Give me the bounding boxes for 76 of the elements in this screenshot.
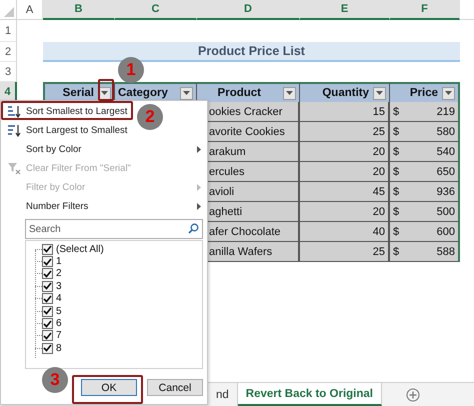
- currency-symbol: $: [393, 106, 400, 118]
- column-heading: Product: [218, 87, 261, 99]
- caret-icon: [445, 91, 452, 95]
- search-field[interactable]: Search: [25, 219, 203, 239]
- table-cell: 219: [436, 106, 455, 118]
- checkbox[interactable]: [42, 318, 53, 330]
- filter-button[interactable]: [373, 86, 386, 100]
- table-cell: 650: [436, 166, 455, 178]
- sheet-tab[interactable]: Revert Back to Original: [238, 383, 382, 406]
- checkbox[interactable]: [42, 306, 53, 317]
- filter-button[interactable]: [180, 86, 193, 100]
- table-cell: 20: [300, 162, 390, 182]
- checkbox-label: (Select All): [56, 244, 104, 255]
- checkbox-label: 1: [56, 256, 62, 268]
- checkbox-label: 8: [56, 342, 62, 354]
- row-number[interactable]: 4: [0, 82, 17, 102]
- caret-icon: [183, 91, 190, 95]
- column-header[interactable]: D: [197, 0, 300, 20]
- sort-ascending-icon: [6, 105, 20, 118]
- table-cell: 25: [300, 122, 390, 142]
- search-icon: [188, 223, 199, 234]
- column-header[interactable]: C: [115, 0, 197, 20]
- currency-symbol: $: [393, 186, 400, 198]
- column-header[interactable]: F: [390, 0, 460, 20]
- table-cell: 15: [300, 102, 390, 122]
- cancel-button[interactable]: Cancel: [147, 379, 203, 396]
- checkbox-label: 4: [56, 293, 62, 304]
- caret-icon: [286, 91, 293, 95]
- title-cell: Product Price List: [43, 42, 460, 62]
- column-heading: Serial: [62, 87, 94, 99]
- filter-button[interactable]: [283, 86, 296, 100]
- currency-symbol: $: [393, 246, 400, 258]
- checkbox-label: 3: [56, 280, 62, 292]
- checkbox[interactable]: [42, 293, 53, 304]
- currency-symbol: $: [393, 146, 400, 158]
- checkbox[interactable]: [42, 256, 53, 268]
- menu-item[interactable]: Sort Smallest to Largest: [1, 102, 134, 121]
- column-heading: Quantity: [322, 87, 369, 99]
- column-heading: Category: [118, 87, 168, 99]
- table-cell: 500: [436, 206, 455, 218]
- checkbox-label: 5: [56, 306, 62, 317]
- table-cell: 588: [436, 246, 455, 258]
- clear-filter-icon: [6, 162, 20, 175]
- table-cell: 936: [436, 186, 455, 198]
- currency-symbol: $: [393, 126, 400, 138]
- column-header[interactable]: B: [43, 0, 115, 20]
- filter-button[interactable]: [442, 86, 455, 100]
- caret-icon: [376, 91, 383, 95]
- table-cell: 45: [300, 182, 390, 202]
- checkbox[interactable]: [42, 268, 53, 280]
- currency-symbol: $: [393, 226, 400, 238]
- table-cell: 20: [300, 142, 390, 162]
- table-cell: 25: [300, 242, 390, 262]
- menu-item[interactable]: Sort Largest to Smallest: [1, 121, 134, 140]
- table-cell: 40: [300, 222, 390, 242]
- table-cell: 600: [436, 226, 455, 238]
- currency-symbol: $: [393, 206, 400, 218]
- column-heading: Price: [410, 87, 438, 99]
- checkbox-label: 2: [56, 268, 62, 280]
- checkbox[interactable]: [42, 330, 53, 342]
- table-cell: 540: [436, 146, 455, 158]
- checkbox-label: 7: [56, 330, 62, 342]
- table-cell: 580: [436, 126, 455, 138]
- add-sheet-icon[interactable]: [406, 388, 420, 402]
- column-header[interactable]: A: [17, 0, 43, 20]
- checkbox[interactable]: [42, 280, 53, 292]
- checkbox-label: 6: [56, 318, 62, 330]
- column-header[interactable]: E: [300, 0, 390, 20]
- currency-symbol: $: [393, 166, 400, 178]
- table-cell: 20: [300, 202, 390, 222]
- caret-icon: [101, 91, 108, 95]
- checkbox[interactable]: [42, 244, 53, 255]
- sort-descending-icon: [6, 124, 20, 137]
- checkbox[interactable]: [42, 342, 53, 354]
- highlight-frame: [72, 375, 143, 404]
- ok-button[interactable]: OK: [81, 379, 137, 396]
